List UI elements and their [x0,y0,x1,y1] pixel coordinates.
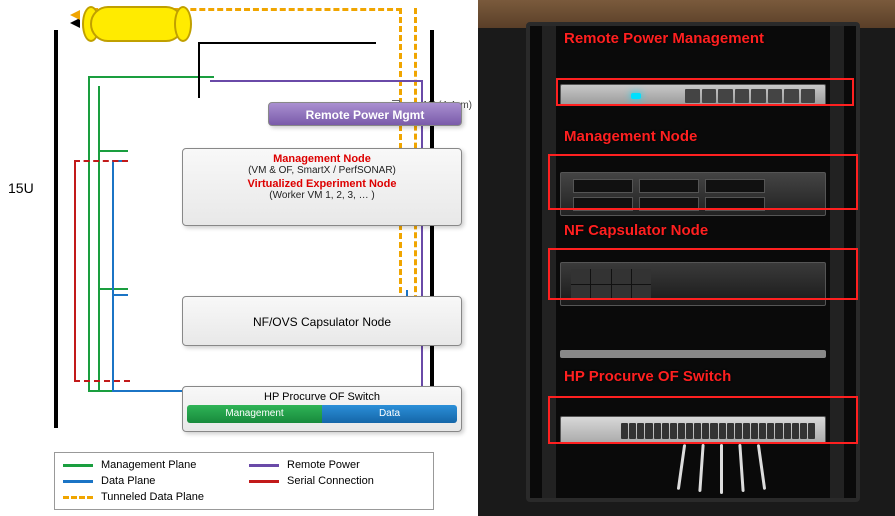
pdu-device [560,84,826,106]
legend-mgmt-plane: Management Plane [63,459,239,471]
switch-mgmt-segment: Management [187,405,322,423]
legend-serial: Serial Connection [249,475,425,487]
internet-cylinder-cap [174,6,192,42]
switch-title: HP Procurve OF Switch [187,391,457,403]
virtualized-node-title: Virtualized Experiment Node [187,178,457,190]
figure-container: 15U [0,0,895,516]
legend-label: Tunneled Data Plane [101,491,204,503]
of-switch-box: HP Procurve OF Switch Management Data [182,386,462,432]
legend-label: Data Plane [101,475,155,487]
rack-shelf [560,350,826,358]
switch-device [560,416,826,444]
switch-data-segment: Data [322,405,457,423]
mgmt-node-sub1: (VM & OF, SmartX / PerfSONAR) [187,165,457,176]
rack-height-label: 15U [8,180,34,196]
server-capsulator-device [560,262,826,306]
legend-swatch-red [249,480,279,483]
virtualized-node-sub: (Worker VM 1, 2, 3, … ) [187,190,457,201]
legend-swatch-purple [249,464,279,467]
legend-tunneled: Tunneled Data Plane [63,491,239,503]
legend-swatch-orange-dashed [63,496,93,499]
legend: Management Plane Remote Power Data Plane… [54,452,434,510]
legend-remote-power: Remote Power [249,459,425,471]
patch-cables [670,444,780,494]
mgmt-node-title: Management Node [187,153,457,165]
legend-label: Remote Power [287,459,360,471]
photo-label-cap: NF Capsulator Node [564,222,708,239]
schematic-panel: 15U [0,0,478,516]
rack-photo: Remote Power Management Management Node … [478,0,895,516]
remote-power-mgmt-box: Remote Power Mgmt [268,102,462,126]
legend-label: Management Plane [101,459,196,471]
internet-cylinder [90,6,184,42]
management-node-box: Management Node (VM & OF, SmartX / PerfS… [182,148,462,226]
photo-label-sw: HP Procurve OF Switch [564,368,731,385]
photo-panel: Remote Power Management Management Node … [478,0,895,516]
rack-enclosure [526,22,860,502]
server-mgmt-device [560,172,826,216]
capsulator-node-box: NF/OVS Capsulator Node [182,296,462,346]
legend-swatch-blue [63,480,93,483]
legend-swatch-green [63,464,93,467]
legend-label: Serial Connection [287,475,374,487]
legend-data-plane: Data Plane [63,475,239,487]
rack-outline: 1U (4.4cm) Remote Power Mgmt Management … [54,30,434,428]
photo-label-mgmt: Management Node [564,128,697,145]
photo-label-rpm: Remote Power Management [564,30,764,47]
